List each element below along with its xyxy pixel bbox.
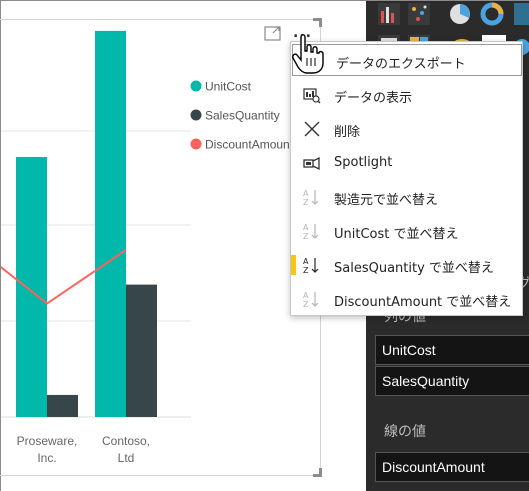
svg-text:A: A <box>303 291 309 300</box>
donut-chart-icon[interactable] <box>480 2 504 26</box>
svg-text:A: A <box>303 257 309 266</box>
resize-handle-bottom-right[interactable] <box>313 468 322 477</box>
menu-item-spotlight[interactable]: Spotlight <box>291 146 522 180</box>
resize-handle-top-right[interactable] <box>313 18 322 27</box>
scatter-chart-icon[interactable] <box>408 3 430 25</box>
pie-chart-icon[interactable] <box>450 4 470 24</box>
sort-az-icon: AZ <box>303 257 319 274</box>
menu-item-export-data[interactable]: データのエクスポート <box>292 44 522 76</box>
sort-az-icon: AZ <box>303 223 319 240</box>
hand-cursor-icon <box>292 34 324 74</box>
sort-az-icon: AZ <box>303 189 319 206</box>
spotlight-icon <box>303 156 320 171</box>
menu-item-label: UnitCost で並べ替え <box>334 227 459 242</box>
svg-text:Z: Z <box>303 300 309 308</box>
ribbon-chart-icon[interactable] <box>378 3 400 25</box>
menu-item-label: 削除 <box>334 125 361 140</box>
active-sort-indicator <box>291 255 296 275</box>
map-icon[interactable] <box>514 3 529 25</box>
menu-item-see-data[interactable]: データの表示 <box>291 78 522 112</box>
menu-item-label: データの表示 <box>334 91 413 106</box>
svg-text:Z: Z <box>303 198 309 206</box>
sort-az-icon: AZ <box>303 291 319 308</box>
menu-item-sort-manufacturer[interactable]: AZ 製造元で並べ替え <box>291 180 522 214</box>
menu-item-sort-discountamount[interactable]: AZ DiscountAmount で並べ替え <box>291 282 522 316</box>
remove-icon <box>304 121 320 137</box>
menu-item-sort-salesquantity[interactable]: AZ SalesQuantity で並べ替え <box>291 248 522 282</box>
line-value-field-discountamount[interactable]: DiscountAmount <box>375 452 529 482</box>
see-data-icon <box>303 88 321 104</box>
menu-item-label: 製造元で並べ替え <box>334 193 439 208</box>
menu-item-label: SalesQuantity で並べ替え <box>334 261 494 276</box>
menu-item-label: DiscountAmount で並べ替え <box>334 295 512 310</box>
svg-text:A: A <box>303 223 309 232</box>
svg-text:A: A <box>303 189 309 198</box>
menu-item-sort-unitcost[interactable]: AZ UnitCost で並べ替え <box>291 214 522 248</box>
visual-frame[interactable] <box>0 19 321 476</box>
context-menu: データのエクスポート データの表示 削除 Spotlight AZ 製造元で並べ… <box>290 41 523 316</box>
menu-item-remove[interactable]: 削除 <box>291 112 522 146</box>
menu-item-label: データのエクスポート <box>336 57 466 72</box>
svg-text:Z: Z <box>303 232 309 240</box>
column-value-field-unitcost[interactable]: UnitCost <box>375 335 529 365</box>
svg-text:Z: Z <box>303 266 309 274</box>
column-value-field-salesquantity[interactable]: SalesQuantity <box>375 366 529 396</box>
menu-item-label: Spotlight <box>334 155 393 170</box>
line-values-label: 線の値 <box>384 423 426 439</box>
focus-mode-icon[interactable] <box>264 24 282 42</box>
